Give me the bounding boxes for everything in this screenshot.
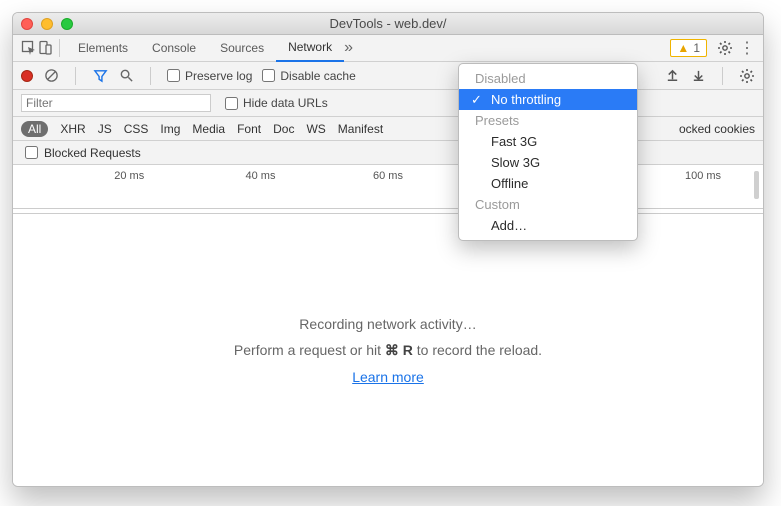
recording-text: Recording network activity… [299,316,476,332]
filter-input[interactable] [21,94,211,112]
top-tabs: Elements Console Sources Network » ▲ 1 ⋮ [13,35,763,62]
menu-no-throttling[interactable]: No throttling [459,89,637,110]
settings-icon[interactable] [717,40,733,56]
blocked-requests-row: Blocked Requests [13,141,763,165]
filter-row: Hide data URLs [13,90,763,117]
blocked-cookies-fragment[interactable]: ocked cookies [679,122,755,136]
hide-data-urls-label: Hide data URLs [243,96,328,110]
time-tick-3: 60 ms [373,170,403,182]
throttling-menu: Disabled No throttling Presets Fast 3G S… [458,63,638,241]
shortcut-key: ⌘ R [385,342,413,358]
import-har-icon[interactable] [664,68,680,84]
menu-fast-3g[interactable]: Fast 3G [459,131,637,152]
devtools-window: DevTools - web.dev/ Elements Console Sou… [12,12,764,487]
disable-cache-input[interactable] [262,69,275,82]
record-button[interactable] [21,70,33,82]
tab-console[interactable]: Console [140,35,208,62]
menu-section-presets: Presets [459,110,637,131]
filter-js[interactable]: JS [98,122,112,136]
filter-doc[interactable]: Doc [273,122,294,136]
time-tick-5: 100 ms [685,170,721,182]
preserve-log-checkbox[interactable]: Preserve log [167,69,252,83]
filter-manifest[interactable]: Manifest [338,122,383,136]
timeline-overview[interactable]: 20 ms 40 ms 60 ms 100 ms [13,165,763,209]
hide-data-urls-input[interactable] [225,97,238,110]
overflow-icon[interactable]: » [344,40,353,56]
inspect-icon[interactable] [21,40,37,56]
type-filter-row: All XHR JS CSS Img Media Font Doc WS Man… [13,117,763,141]
hide-data-urls-checkbox[interactable]: Hide data URLs [225,96,328,110]
filter-ws[interactable]: WS [306,122,325,136]
disable-cache-checkbox[interactable]: Disable cache [262,69,355,83]
menu-offline[interactable]: Offline [459,173,637,194]
timeline-scrollbar[interactable] [754,171,759,199]
warning-icon: ▲ [677,41,689,55]
disable-cache-label: Disable cache [280,69,355,83]
export-har-icon[interactable] [690,68,706,84]
network-settings-icon[interactable] [739,68,755,84]
reload-hint: Perform a request or hit ⌘ R to record t… [234,342,542,359]
filter-xhr[interactable]: XHR [60,122,85,136]
time-tick-2: 40 ms [246,170,276,182]
filter-img[interactable]: Img [160,122,180,136]
blocked-requests-input[interactable] [25,146,38,159]
menu-section-disabled: Disabled [459,68,637,89]
network-toolbar: Preserve log Disable cache [13,62,763,90]
clear-icon[interactable] [43,68,59,84]
learn-more-link[interactable]: Learn more [352,369,424,385]
device-toggle-icon[interactable] [37,40,53,56]
titlebar: DevTools - web.dev/ [13,13,763,35]
warnings-badge[interactable]: ▲ 1 [670,39,707,57]
filter-icon[interactable] [92,68,108,84]
tab-elements[interactable]: Elements [66,35,140,62]
search-icon[interactable] [118,68,134,84]
blocked-requests-label: Blocked Requests [44,146,141,160]
filter-font[interactable]: Font [237,122,261,136]
menu-add[interactable]: Add… [459,215,637,236]
menu-slow-3g[interactable]: Slow 3G [459,152,637,173]
preserve-log-label: Preserve log [185,69,252,83]
time-tick-1: 20 ms [114,170,144,182]
warnings-count: 1 [693,41,700,55]
tab-network[interactable]: Network [276,35,344,62]
preserve-log-input[interactable] [167,69,180,82]
empty-state: Recording network activity… Perform a re… [13,213,763,486]
menu-section-custom: Custom [459,194,637,215]
filter-media[interactable]: Media [192,122,225,136]
window-title: DevTools - web.dev/ [13,16,763,31]
filter-css[interactable]: CSS [124,122,149,136]
more-icon[interactable]: ⋮ [739,40,755,56]
tab-sources[interactable]: Sources [208,35,276,62]
filter-all[interactable]: All [21,121,48,137]
